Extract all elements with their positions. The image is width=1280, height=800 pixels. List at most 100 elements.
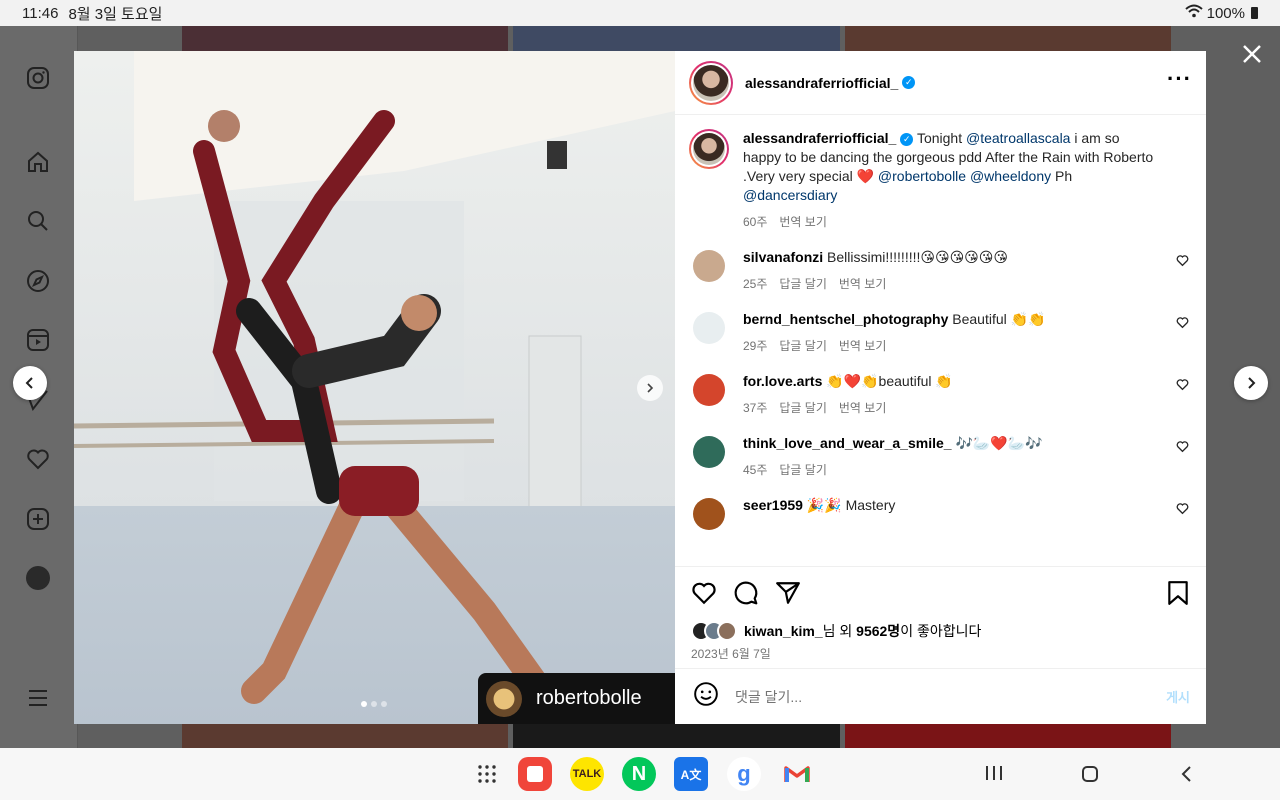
comment-text: seer1959 🎉🎉 Mastery <box>743 496 1160 515</box>
battery-icon <box>1251 7 1258 19</box>
recents-button[interactable] <box>985 765 1003 786</box>
commenter-username[interactable]: silvanafonzi <box>743 249 823 265</box>
commenter-avatar[interactable] <box>693 436 725 468</box>
comment-text: bernd_hentschel_photography Beautiful 👏👏 <box>743 310 1160 329</box>
post-comment-button[interactable]: 게시 <box>1166 687 1190 706</box>
liker-username[interactable]: kiwan_kim_ <box>744 623 823 639</box>
commenter-avatar[interactable] <box>693 374 725 406</box>
comment-body: 🎉🎉 Mastery <box>806 497 896 513</box>
instagram-icon <box>24 64 52 92</box>
comment-text: think_love_and_wear_a_smile_ 🎶🦢❤️🦢🎶 <box>743 434 1160 453</box>
caption-text: alessandraferriofficial_ ✓ Tonight @teatr… <box>743 129 1160 205</box>
translate-link[interactable]: 번역 보기 <box>839 275 887 292</box>
author-avatar[interactable] <box>689 60 733 105</box>
author-username[interactable]: alessandraferriofficial_ <box>745 75 898 91</box>
comment-like-button[interactable] <box>1176 316 1190 330</box>
comment-age: 45주 <box>743 463 768 477</box>
google-app-icon[interactable]: g <box>727 757 761 791</box>
post-actions: kiwan_kim_님 외 9562명이 좋아합니다 2023년 6월 7일 <box>675 566 1206 668</box>
commenter-avatar[interactable] <box>693 498 725 530</box>
home-icon <box>24 148 52 176</box>
comment-like-button[interactable] <box>1176 440 1190 454</box>
mention-link[interactable]: @wheeldony <box>970 168 1051 184</box>
next-image-button[interactable] <box>637 375 663 401</box>
caption-avatar[interactable] <box>689 129 729 169</box>
flipboard-app-icon[interactable] <box>518 757 552 791</box>
verified-badge-icon: ✓ <box>902 76 916 89</box>
translate-link[interactable]: 번역 보기 <box>839 399 887 416</box>
background-post-thumb <box>182 26 508 51</box>
emoji-button[interactable] <box>693 681 719 712</box>
commenter-username[interactable]: for.love.arts <box>743 373 822 389</box>
post-photo[interactable]: robertobolle <box>74 51 675 724</box>
comment-input[interactable]: 댓글 달기... <box>735 687 802 707</box>
reply-link[interactable]: 답글 달기 <box>779 337 827 354</box>
comment-item: seer1959 🎉🎉 Mastery <box>689 496 1190 530</box>
photo-tag-username: robertobolle <box>536 687 642 709</box>
comment-like-button[interactable] <box>1176 254 1190 268</box>
commenter-username[interactable]: seer1959 <box>743 497 803 513</box>
app-drawer-icon[interactable] <box>470 757 504 791</box>
photo-tag[interactable]: robertobolle <box>478 673 675 724</box>
comment-item: for.love.arts 👏❤️👏beautiful 👏 37주 답글 달기 번역 … <box>689 372 1190 416</box>
post-date: 2023년 6월 7일 <box>691 647 771 661</box>
comment-body: 👏❤️👏beautiful 👏 <box>826 373 953 389</box>
background-post-thumb <box>182 723 508 748</box>
comment-like-button[interactable] <box>1176 502 1190 516</box>
comment-age: 29주 <box>743 339 768 353</box>
translate-link[interactable]: 번역 보기 <box>779 213 827 230</box>
home-button[interactable] <box>1081 765 1099 788</box>
likes-summary[interactable]: kiwan_kim_님 외 9562명이 좋아합니다 <box>691 621 1190 641</box>
status-time: 11:46 <box>22 4 59 22</box>
comments-list[interactable]: alessandraferriofficial_ ✓ Tonight @teatr… <box>675 115 1206 566</box>
status-date: 8월 3일 토요일 <box>68 5 163 23</box>
reply-link[interactable]: 답글 달기 <box>779 461 827 478</box>
close-button[interactable] <box>1238 40 1266 68</box>
commenter-username[interactable]: think_love_and_wear_a_smile_ <box>743 435 952 451</box>
heart-icon <box>1176 317 1189 329</box>
caption-username[interactable]: alessandraferriofficial_ <box>743 130 896 146</box>
chevron-right-icon <box>1248 377 1256 389</box>
comment-button[interactable] <box>733 580 759 611</box>
verified-badge-icon: ✓ <box>900 132 914 146</box>
mention-link[interactable]: @dancersdiary <box>743 187 837 203</box>
comment-text: for.love.arts 👏❤️👏beautiful 👏 <box>743 372 1160 391</box>
save-button[interactable] <box>1166 580 1190 611</box>
heart-icon <box>1176 441 1189 453</box>
like-button[interactable] <box>691 580 717 611</box>
heart-icon <box>1176 503 1189 515</box>
post-modal: robertobolle alessandraferriofficial_ ✓ … <box>74 51 1206 724</box>
more-options-button[interactable]: ··· <box>1167 67 1192 92</box>
reply-link[interactable]: 답글 달기 <box>779 275 827 292</box>
bookmark-icon <box>1168 580 1188 605</box>
commenter-avatar[interactable] <box>693 250 725 282</box>
comment-text: silvanafonzi Bellissimi!!!!!!!!!😘😘😘😘😘😘 <box>743 248 1160 267</box>
translate-app-icon[interactable]: A文 <box>674 757 708 791</box>
comment-body: 🎶🦢❤️🦢🎶 <box>955 435 1043 451</box>
commenter-avatar[interactable] <box>693 312 725 344</box>
reply-link[interactable]: 답글 달기 <box>779 399 827 416</box>
previous-post-button[interactable] <box>13 366 47 400</box>
likes-count[interactable]: 9562명 <box>856 623 900 639</box>
menu-icon <box>24 684 52 712</box>
mention-link[interactable]: @robertobolle <box>878 168 966 184</box>
mention-link[interactable]: @teatroallascala <box>966 130 1071 146</box>
comment-like-button[interactable] <box>1176 378 1190 392</box>
chevron-left-icon <box>25 377 33 389</box>
naver-app-icon[interactable]: N <box>622 757 656 791</box>
next-post-button[interactable] <box>1234 366 1268 400</box>
comment-age: 25주 <box>743 277 768 291</box>
system-navigation-bar: TALK N A文 g <box>0 748 1280 800</box>
gmail-app-icon[interactable] <box>780 757 814 791</box>
share-button[interactable] <box>775 580 801 611</box>
back-button[interactable] <box>1180 765 1194 788</box>
status-bar: 11:46 8월 3일 토요일 100% <box>0 0 1280 26</box>
translate-link[interactable]: 번역 보기 <box>839 337 887 354</box>
add-comment-bar: 댓글 달기... 게시 <box>675 668 1206 724</box>
profile-avatar <box>24 564 52 592</box>
explore-icon <box>24 267 52 295</box>
kakaotalk-app-icon[interactable]: TALK <box>570 757 604 791</box>
background-post-thumb <box>845 723 1171 748</box>
commenter-username[interactable]: bernd_hentschel_photography <box>743 311 948 327</box>
caption-age: 60주 <box>743 215 768 229</box>
